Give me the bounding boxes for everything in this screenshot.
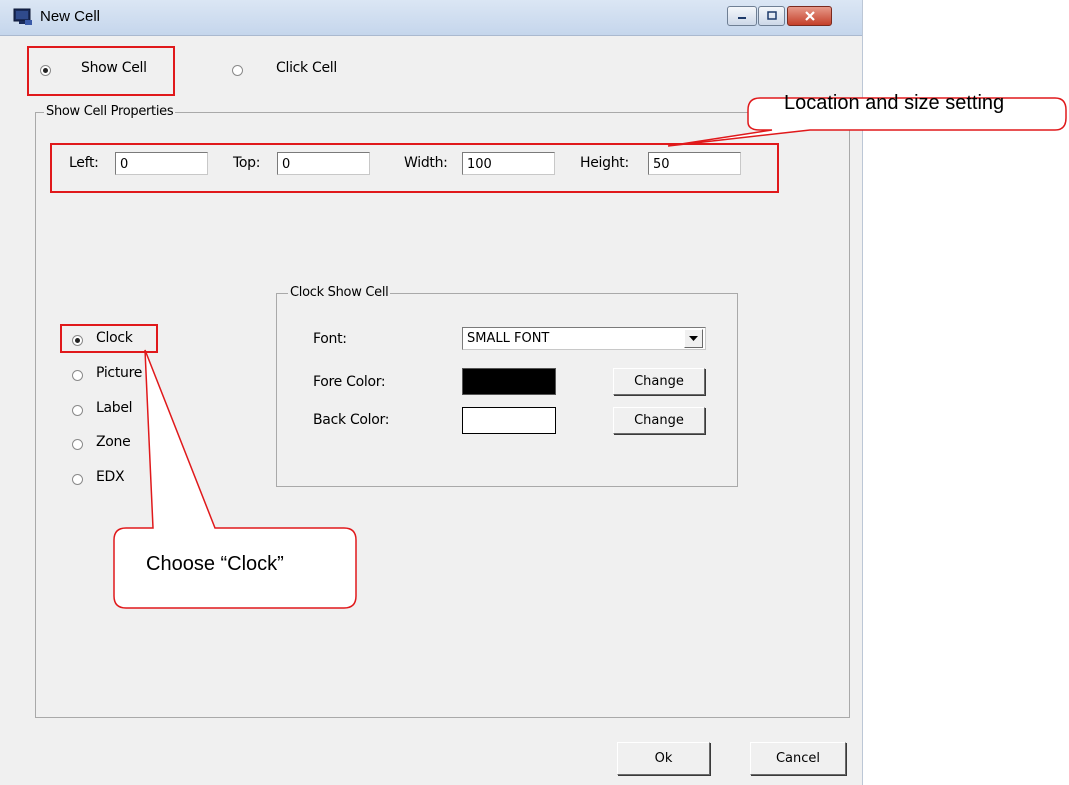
location-callout-text: Location and size setting <box>784 92 1005 114</box>
clock-callout-text: Choose “Clock” <box>146 553 284 575</box>
callout-shapes <box>113 97 1067 609</box>
